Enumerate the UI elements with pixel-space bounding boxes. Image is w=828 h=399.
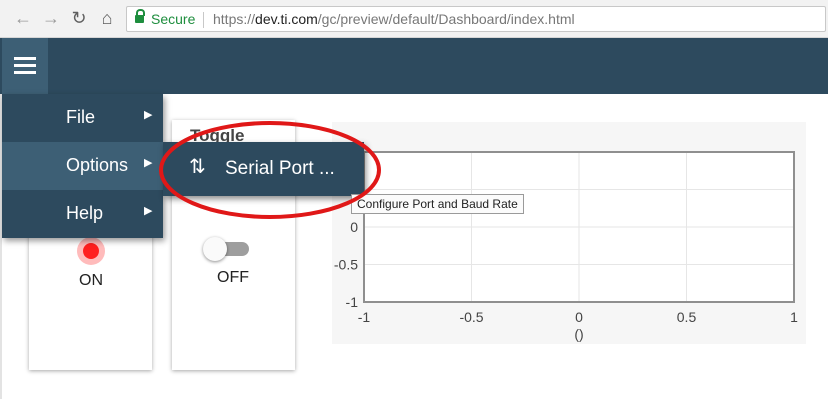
led-state-label: ON (79, 272, 103, 289)
y-tick-label: -1 (346, 294, 359, 310)
submenu-item-label: Serial Port ... (225, 158, 335, 179)
secure-label: Secure (151, 11, 196, 27)
led-indicator (83, 243, 99, 259)
toggle-state-label: OFF (217, 269, 249, 286)
address-bar[interactable]: Secure https://dev.ti.com/gc/preview/def… (126, 6, 826, 32)
tooltip: Configure Port and Baud Rate (351, 194, 524, 214)
hamburger-icon-bar (14, 71, 36, 74)
address-separator (203, 12, 204, 28)
menu-item-label: Help (66, 203, 104, 223)
url-host: dev.ti.com (255, 11, 318, 27)
hamburger-menu-button[interactable] (2, 38, 48, 94)
submenu-arrow-icon: ▶ (144, 157, 153, 169)
url-prefix: https:// (213, 11, 256, 27)
x-tick-label: 1 (790, 309, 798, 325)
main-menu: File ▶ Options ▶ Help ▶ (2, 94, 163, 238)
menu-item-label: File (66, 107, 96, 127)
x-tick-label: 0.5 (677, 309, 697, 325)
x-tick-label: 0 (575, 309, 583, 325)
forward-arrow-icon[interactable]: → (40, 7, 62, 29)
lock-icon (135, 9, 145, 23)
swap-vertical-icon: ⇅ (189, 156, 206, 178)
menu-item-label: Options (66, 155, 129, 175)
submenu-arrow-icon: ▶ (144, 109, 153, 121)
y-tick-label: -0.5 (334, 257, 358, 273)
browser-toolbar: ← → ↻ ⌂ Secure https://dev.ti.com/gc/pre… (0, 0, 828, 38)
toggle-knob[interactable] (203, 237, 227, 261)
menu-item-file[interactable]: File ▶ (2, 94, 163, 142)
app-header (0, 38, 828, 94)
url-text: https://dev.ti.com/gc/preview/default/Da… (213, 7, 575, 31)
x-axis-label: () (574, 326, 583, 342)
hamburger-icon-bar (14, 64, 36, 67)
x-tick-label: -1 (358, 309, 371, 325)
submenu-arrow-icon: ▶ (144, 205, 153, 217)
home-icon[interactable]: ⌂ (96, 7, 118, 29)
submenu-serial-port[interactable]: ⇅ Serial Port ... (163, 142, 364, 196)
y-tick-label: 0 (350, 219, 358, 235)
hamburger-icon (14, 57, 36, 60)
x-tick-label: -0.5 (459, 309, 483, 325)
back-arrow-icon[interactable]: ← (12, 7, 34, 29)
url-path: /gc/preview/default/Dashboard/index.html (317, 11, 575, 27)
reload-icon[interactable]: ↻ (68, 7, 90, 29)
scalar-graph: -1 -0.5 0 0.5 1-1-0.50() (334, 151, 798, 342)
menu-item-options[interactable]: Options ▶ (2, 142, 163, 190)
menu-item-help[interactable]: Help ▶ (2, 190, 163, 238)
